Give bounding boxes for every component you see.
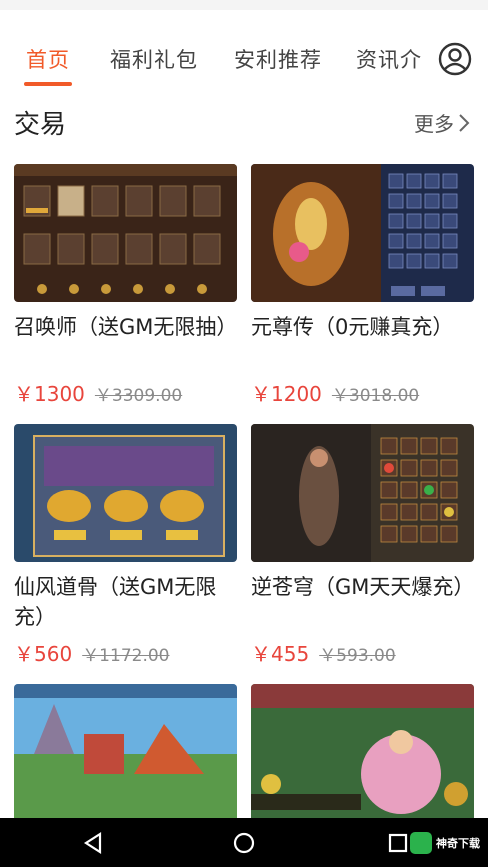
user-circle-icon[interactable]	[438, 42, 472, 76]
status-bar	[0, 0, 488, 10]
more-link[interactable]: 更多	[414, 108, 472, 137]
tab-home[interactable]: 首页	[26, 44, 70, 74]
watermark-logo-icon	[410, 832, 432, 854]
original-price: ￥1172.00	[82, 646, 170, 666]
trade-card[interactable]: 逆苍穹（GM天天爆充） ￥455 ￥593.00	[251, 424, 474, 667]
trade-section-header: 交易 更多	[0, 100, 488, 144]
game-screenshot	[251, 424, 474, 562]
price-row: ￥1200 ￥3018.00	[251, 378, 474, 407]
game-screenshot	[14, 164, 237, 302]
system-nav-bar: 神奇下载	[0, 818, 488, 867]
original-price: ￥3309.00	[94, 386, 183, 406]
card-title: 逆苍穹（GM天天爆充）	[251, 575, 474, 599]
sale-price: ￥455	[251, 642, 310, 666]
watermark: 神奇下载	[410, 832, 480, 854]
game-screenshot	[14, 684, 237, 822]
trade-card[interactable]: 召唤师（送GM无限抽） ￥1300 ￥3309.00	[14, 164, 237, 407]
watermark-text: 神奇下载	[436, 837, 480, 850]
price-row: ￥455 ￥593.00	[251, 638, 474, 667]
price-row: ￥1300 ￥3309.00	[14, 378, 237, 407]
original-price: ￥3018.00	[331, 386, 420, 406]
game-screenshot	[251, 684, 474, 822]
tab-news[interactable]: 资讯介	[356, 44, 422, 74]
trade-card[interactable]: 仙风道骨（送GM无限充） ￥560 ￥1172.00	[14, 424, 237, 667]
original-price: ￥593.00	[319, 646, 396, 666]
sale-price: ￥1200	[251, 382, 322, 406]
price-row: ￥560 ￥1172.00	[14, 638, 237, 667]
top-tab-bar: 首页 福利礼包 安利推荐 资讯介	[0, 30, 488, 90]
card-title: 仙风道骨（送GM无限充）	[14, 575, 217, 629]
home-circle-icon[interactable]	[231, 830, 257, 856]
sale-price: ￥560	[14, 642, 73, 666]
card-title: 召唤师（送GM无限抽）	[14, 315, 237, 339]
back-triangle-icon[interactable]	[80, 830, 106, 856]
card-title: 元尊传（0元赚真充）	[251, 315, 454, 339]
sale-price: ￥1300	[14, 382, 85, 406]
active-tab-indicator	[24, 82, 72, 86]
trade-card[interactable]: 元尊传（0元赚真充） ￥1200 ￥3018.00	[251, 164, 474, 407]
chevron-right-icon	[459, 113, 470, 132]
section-title: 交易	[14, 110, 67, 140]
tab-recommend[interactable]: 安利推荐	[234, 44, 322, 74]
tab-welfare-gifts[interactable]: 福利礼包	[110, 44, 198, 74]
more-label: 更多	[414, 112, 454, 136]
game-screenshot	[251, 164, 474, 302]
recent-square-icon[interactable]	[385, 830, 411, 856]
game-screenshot	[14, 424, 237, 562]
